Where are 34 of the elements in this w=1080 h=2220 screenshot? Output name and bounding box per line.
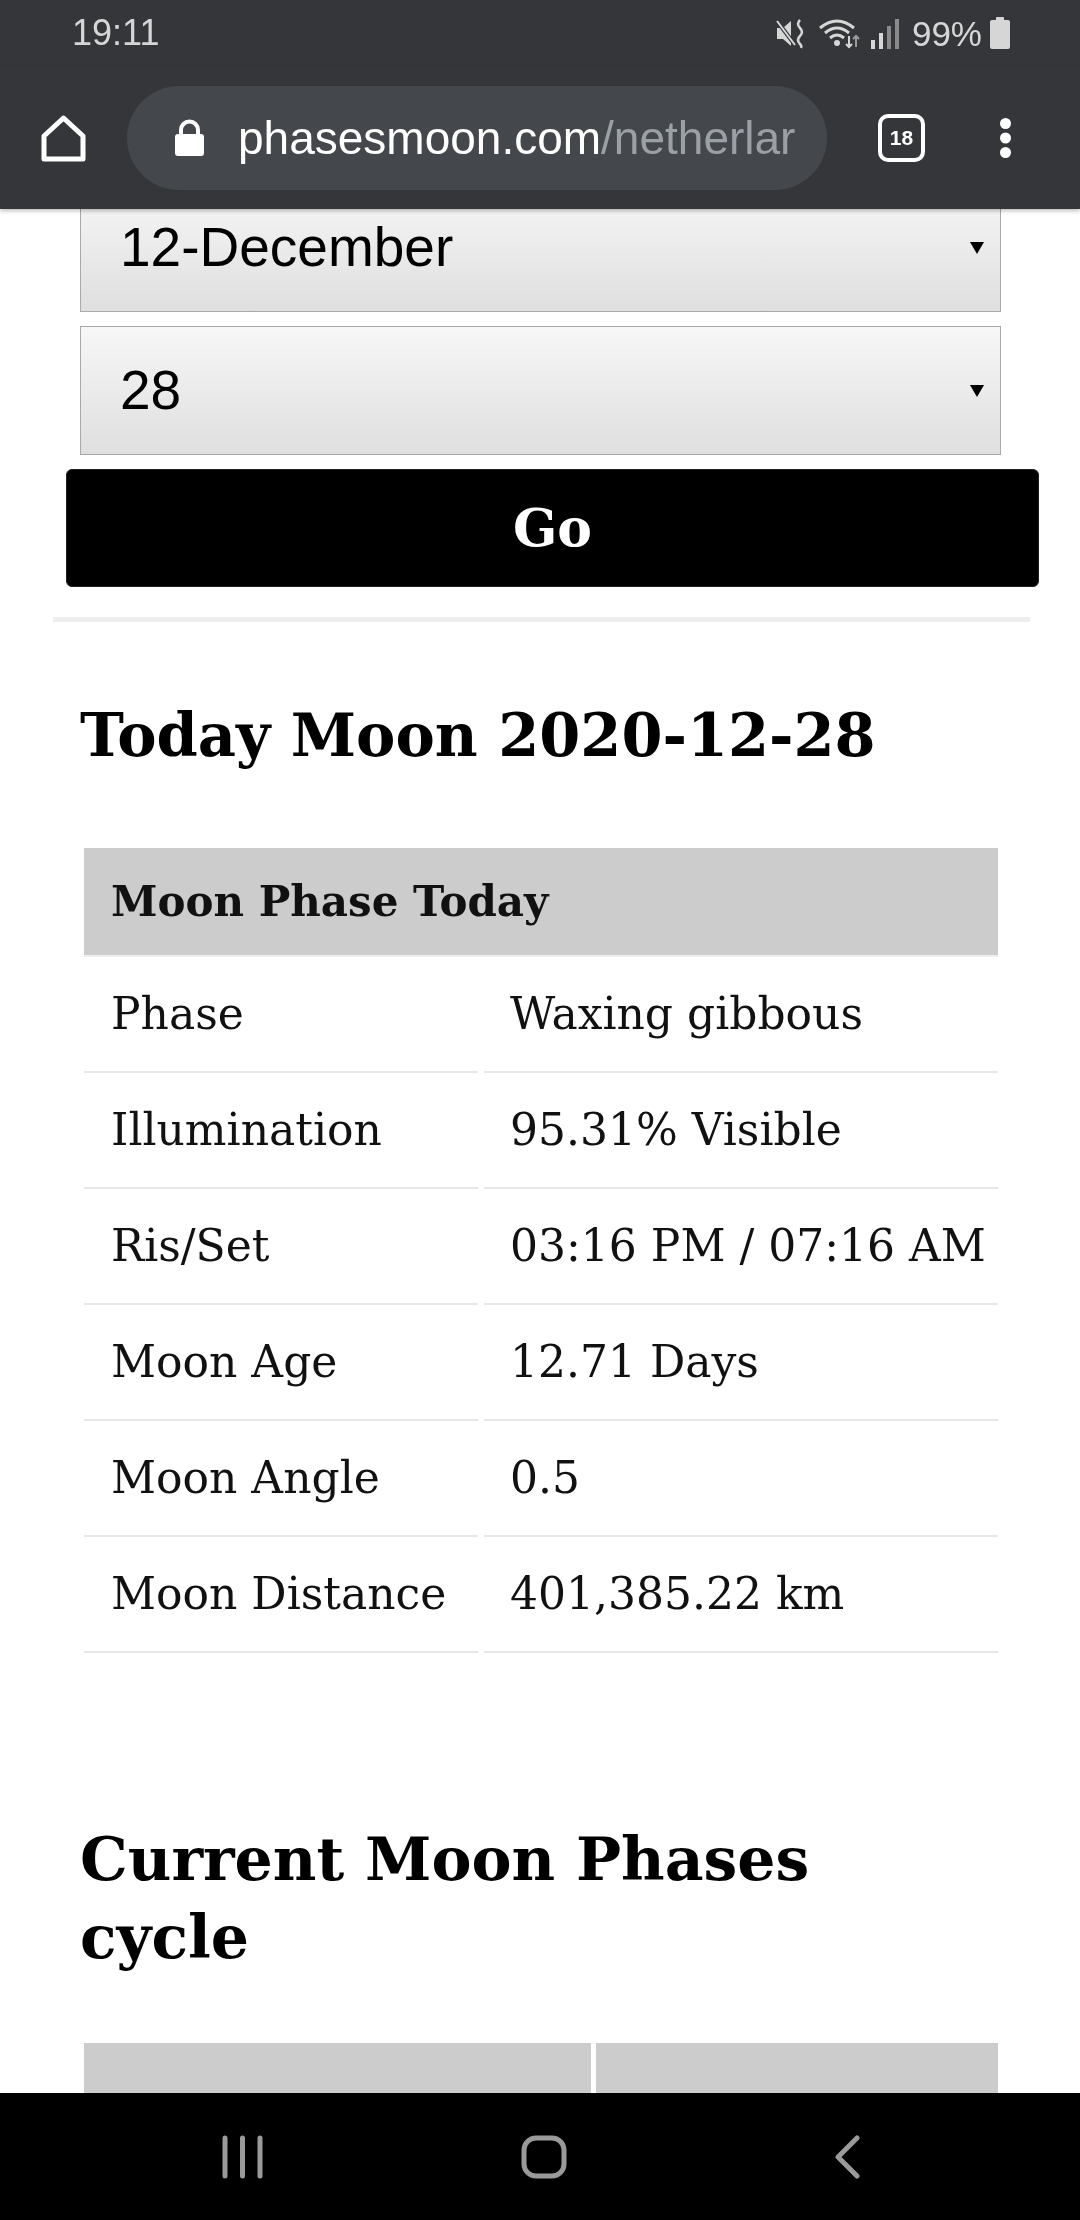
section-heading: Today Moon 2020-12-28 [80, 700, 877, 772]
url-field[interactable]: phasesmoon.com/netherlar [127, 85, 827, 190]
battery-percentage: 99% [911, 15, 982, 51]
mute-vibrate-icon [774, 17, 806, 49]
signal-icon [870, 17, 899, 49]
table-cell: Moon Angle [84, 1421, 478, 1537]
table-cell: Moon Distance [84, 1537, 478, 1653]
tab-switcher-button[interactable]: 18 [878, 113, 925, 162]
table-cell: 03:16 PM / 07:16 AM [484, 1189, 998, 1305]
table-header-cell: Moon Phase Today [84, 848, 998, 957]
table-cell: Waxing gibbous [484, 957, 998, 1073]
section-heading: Current Moon Phases cycle [80, 1823, 811, 1974]
recent-apps-icon[interactable] [222, 2134, 263, 2179]
table-cell: Phase [84, 957, 478, 1073]
table-cell: 95.31% Visible [484, 1073, 998, 1189]
status-time: 19:11 [72, 15, 160, 51]
menu-icon[interactable] [999, 116, 1012, 159]
table-cell: 401,385.22 km [484, 1537, 998, 1653]
battery-icon [990, 17, 1010, 49]
back-icon[interactable] [833, 2134, 861, 2179]
wifi-icon [817, 17, 861, 49]
lock-icon [174, 119, 205, 156]
table-cell: 0.5 [484, 1421, 998, 1537]
select-field[interactable]: 28 [80, 326, 1001, 455]
select-field[interactable]: 12-December [80, 209, 1001, 312]
caret-icon [970, 241, 984, 254]
table-cell: Ris/Set [84, 1189, 478, 1305]
table-cell: 12.71 Days [484, 1305, 998, 1421]
table-cell: Moon Age [84, 1305, 478, 1421]
caret-icon [970, 384, 984, 397]
go-button[interactable]: Go [66, 469, 1039, 587]
home-icon[interactable] [521, 2134, 567, 2179]
home-icon[interactable] [40, 113, 87, 162]
table-cell: Illumination [84, 1073, 478, 1189]
